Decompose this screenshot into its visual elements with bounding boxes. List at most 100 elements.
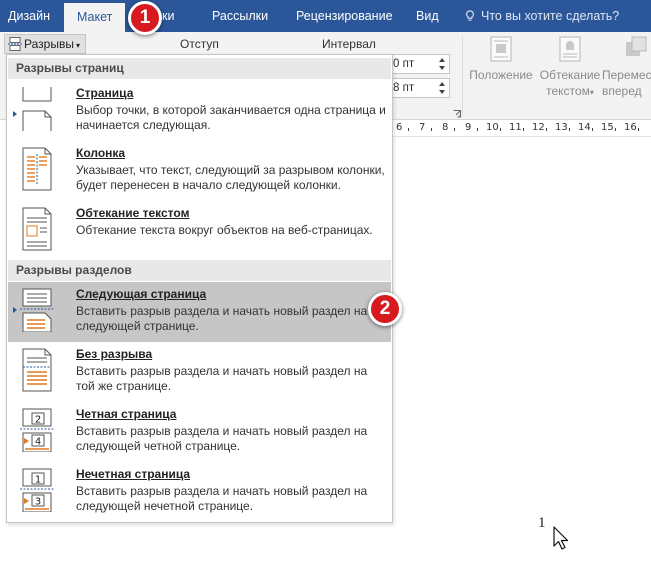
- wrap-text-label: Обтекание: [539, 68, 601, 82]
- ruler-tick: [615, 128, 616, 131]
- even-page-section-icon: 24: [20, 408, 54, 452]
- ruler-number: 12: [532, 122, 545, 133]
- menu-item-title: Нечетная страница: [76, 467, 190, 481]
- ribbon-group-divider: [462, 36, 463, 116]
- menu-item-title-text: Обтекание текстом: [76, 206, 190, 220]
- tab-references[interactable]: ки: [162, 0, 174, 32]
- ruler-tick: [477, 128, 478, 131]
- ruler-number: 11: [509, 122, 522, 133]
- menu-item-description: Обтекание текста вокруг объектов на веб-…: [76, 223, 373, 237]
- odd-page-section-icon: 13: [20, 468, 54, 512]
- menu-item-title-text: Четная страница: [76, 407, 177, 421]
- page-breaks-header: Разрывы страниц: [8, 58, 391, 79]
- ruler-tick: [569, 128, 570, 131]
- ruler-number: 14: [578, 122, 591, 133]
- spacing-before-input[interactable]: 0 пт: [388, 54, 450, 74]
- odd-top-digit: 1: [35, 475, 41, 486]
- ruler-number: 7: [419, 122, 426, 133]
- wrap-text-button[interactable]: Обтекание текстом▾: [535, 36, 605, 101]
- ruler-tick: [500, 128, 501, 131]
- spinner-arrows-icon[interactable]: [438, 80, 446, 96]
- spinner-arrows-icon[interactable]: [438, 56, 446, 72]
- menu-item-title: Колонка: [76, 146, 125, 160]
- menu-item-title: Четная страница: [76, 407, 176, 421]
- ruler-tick: [454, 128, 455, 131]
- wrap-text-icon: [559, 36, 581, 62]
- menu-item-column-break[interactable]: Колонка Указывает, что текст, следующий …: [8, 141, 391, 201]
- menu-item-continuous[interactable]: Без разрыва Вставить разрыв раздела и на…: [8, 342, 391, 402]
- menu-item-even-page[interactable]: 24 Четная страница Вставить разрыв разде…: [8, 402, 391, 462]
- odd-bottom-digit: 3: [35, 497, 41, 508]
- breaks-dropdown-menu: Разрывы страниц Страница Выбор точки, в …: [6, 54, 393, 523]
- menu-item-description: Вставить разрыв раздела и начать новый р…: [76, 304, 368, 333]
- tab-mailings[interactable]: Рассылки: [212, 0, 268, 32]
- page-breaks-header-text: Разрывы страниц: [16, 61, 124, 75]
- tell-me-text: Что вы хотите сделать?: [481, 9, 620, 23]
- page-number: 1: [538, 515, 546, 531]
- indent-label: Отступ: [180, 37, 219, 51]
- tab-review[interactable]: Рецензирование: [296, 0, 393, 32]
- next-page-section-icon: [20, 288, 54, 332]
- chevron-down-icon: ▾: [589, 88, 594, 97]
- bring-forward-icon: [626, 36, 647, 56]
- section-breaks-header-text: Разрывы разделов: [16, 263, 132, 277]
- ruler-tick: [638, 128, 639, 131]
- ruler-tick: [408, 128, 409, 131]
- position-icon: [490, 36, 512, 62]
- selection-marker: [13, 111, 17, 117]
- ruler-tick: [546, 128, 547, 131]
- menu-item-title-text: Без разрыва: [76, 347, 153, 361]
- selection-marker: [13, 307, 17, 313]
- menu-item-title: Без разрыва: [76, 347, 152, 361]
- tell-me-box[interactable]: Что вы хотите сделать?: [465, 0, 619, 32]
- menu-item-description: Указывает, что текст, следующий за разры…: [76, 163, 385, 192]
- spacing-after-input[interactable]: 8 пт: [388, 78, 450, 98]
- section-breaks-header: Разрывы разделов: [8, 260, 391, 281]
- ruler-number: 10: [486, 122, 499, 133]
- ruler-tick: [523, 128, 524, 131]
- horizontal-ruler: 6 7 8 9 10 11 12 13 14 15 16: [392, 121, 651, 137]
- menu-item-description: Вставить разрыв раздела и начать новый р…: [76, 424, 368, 453]
- even-bottom-digit: 4: [35, 437, 41, 448]
- wrap-text-label-2: текстом: [546, 84, 590, 98]
- menu-item-page-break[interactable]: Страница Выбор точки, в которой заканчив…: [8, 81, 391, 141]
- ruler-number: 13: [555, 122, 568, 133]
- tab-view[interactable]: Вид: [416, 0, 439, 32]
- step-1-badge: 1: [128, 1, 162, 35]
- ribbon-tab-bar: Дизайн Макет ки Рассылки Рецензирование …: [0, 0, 651, 33]
- menu-item-next-page[interactable]: Следующая страница Вставить разрыв разде…: [8, 282, 391, 342]
- menu-item-description: Вставить разрыв раздела и начать новый р…: [76, 484, 368, 513]
- spacing-before-value: 0 пт: [393, 58, 415, 70]
- menu-item-title-text: Колонка: [76, 146, 126, 160]
- ruler-number: 8: [442, 122, 449, 133]
- page-breaks-icon: [8, 37, 22, 51]
- menu-item-title: Страница: [76, 86, 133, 100]
- menu-item-odd-page[interactable]: 13 Нечетная страница Вставить разрыв раз…: [8, 462, 391, 522]
- spacing-label: Интервал: [322, 37, 376, 51]
- position-button[interactable]: Положение: [466, 36, 536, 83]
- bring-forward-button[interactable]: Перемест вперед: [602, 36, 651, 99]
- breaks-button[interactable]: Разрывы ▾: [4, 34, 86, 54]
- text-wrapping-icon: [22, 207, 52, 251]
- menu-item-title: Обтекание текстом: [76, 206, 189, 220]
- step-2-badge: 2: [368, 292, 402, 326]
- menu-item-title-text: Страница: [76, 86, 134, 100]
- tab-design[interactable]: Дизайн: [8, 0, 50, 32]
- spacing-after-value: 8 пт: [393, 82, 415, 94]
- menu-item-text-wrapping[interactable]: Обтекание текстом Обтекание текста вокру…: [8, 201, 391, 261]
- menu-item-title-text: Нечетная страница: [76, 467, 191, 481]
- mouse-cursor-icon: [553, 526, 569, 550]
- even-top-digit: 2: [35, 415, 41, 426]
- dialog-launcher-icon[interactable]: [453, 110, 461, 118]
- ruler-number: 16: [624, 122, 637, 133]
- ruler-number: 15: [601, 122, 614, 133]
- menu-item-title-text: Следующая страница: [76, 287, 207, 301]
- tab-layout[interactable]: Макет: [64, 3, 126, 33]
- ruler-tick: [431, 128, 432, 131]
- bring-forward-label-2: вперед: [602, 84, 642, 98]
- menu-item-description: Вставить разрыв раздела и начать новый р…: [76, 364, 368, 393]
- lightbulb-icon: [466, 10, 474, 21]
- bring-forward-label: Перемест: [602, 68, 651, 82]
- continuous-section-icon: [22, 348, 52, 392]
- position-label: Положение: [469, 68, 533, 82]
